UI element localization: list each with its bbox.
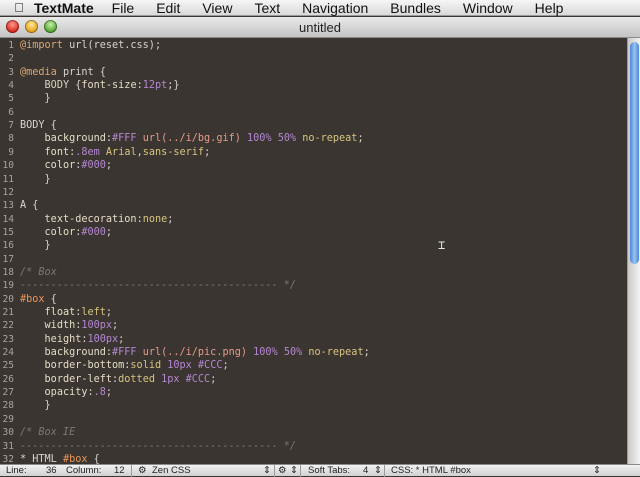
line-number: 21 [2, 307, 14, 318]
code-line[interactable]: #box { [20, 294, 57, 305]
line-number: 29 [2, 413, 14, 425]
line-number: 10 [2, 160, 14, 172]
vertical-scrollbar[interactable] [627, 38, 640, 464]
line-number: 31 [2, 440, 14, 452]
code-line[interactable]: float:left; [20, 307, 113, 318]
line-number: 13 [2, 200, 14, 212]
line-number: 5 [8, 93, 14, 105]
menu-file[interactable]: File [112, 0, 135, 16]
code-line[interactable]: ----------------------------------------… [20, 441, 296, 452]
window-title-bar[interactable]: untitled [0, 17, 640, 38]
code-line[interactable]: width:100px; [20, 320, 119, 331]
code-line[interactable]: border-bottom:solid 10px #CCC; [20, 360, 229, 371]
line-number: 6 [8, 106, 14, 118]
code-line[interactable]: color:#000; [20, 227, 113, 238]
menu-help[interactable]: Help [535, 0, 564, 16]
chevron-updown-icon: ⇕ [374, 465, 382, 476]
status-bar: Line: 36 Column: 12 ⚙ Zen CSS ⇕ ⚙ ⇕ Soft… [0, 464, 640, 477]
code-line[interactable]: @media print { [20, 67, 106, 78]
line-number: 28 [2, 400, 14, 412]
status-divider [274, 465, 275, 477]
menu-window[interactable]: Window [463, 0, 513, 16]
theme-selector[interactable]: Zen CSS [152, 465, 191, 476]
code-line[interactable]: background:#FFF url(../i/pic.png) 100% 5… [20, 347, 370, 358]
line-number: 27 [2, 387, 14, 399]
line-number: 24 [2, 347, 14, 359]
code-line[interactable]: } [20, 174, 51, 185]
line-number: 8 [8, 133, 14, 145]
code-line[interactable]: A { [20, 200, 38, 211]
line-number: 12 [2, 186, 14, 198]
code-line[interactable]: opacity:.8; [20, 387, 113, 398]
menu-bar:  TextMate File Edit View Text Navigatio… [0, 0, 640, 16]
language-gear-icon: ⚙ [138, 465, 147, 476]
apple-menu-icon[interactable]:  [4, 0, 34, 15]
menu-edit[interactable]: Edit [156, 0, 180, 16]
line-number: 26 [2, 373, 14, 385]
code-line[interactable]: background:#FFF url(../i/bg.gif) 100% 50… [20, 133, 364, 144]
code-line[interactable]: * HTML #box { [20, 454, 100, 464]
line-number: 16 [2, 240, 14, 252]
line-number: 4 [8, 80, 14, 92]
status-divider [384, 465, 385, 477]
code-line[interactable]: font:.8em Arial,sans-serif; [20, 147, 211, 158]
line-number: 17 [2, 253, 14, 265]
line-number: 2 [8, 53, 14, 65]
line-number: 22 [2, 320, 14, 332]
line-number: 7 [8, 120, 14, 132]
window-title: untitled [299, 20, 341, 35]
code-line[interactable]: @import url(reset.css); [20, 40, 161, 51]
status-divider [300, 465, 301, 477]
menu-view[interactable]: View [202, 0, 232, 16]
menu-bundles[interactable]: Bundles [390, 0, 441, 16]
code-line[interactable]: BODY { [20, 120, 57, 131]
soft-tabs-label[interactable]: Soft Tabs: [308, 465, 350, 476]
line-number: 32 [2, 453, 14, 464]
code-line[interactable]: BODY {font-size:12pt;} [20, 80, 180, 91]
scope-selector[interactable]: CSS: * HTML #box [391, 465, 471, 476]
settings-gear-icon[interactable]: ⚙ [278, 465, 287, 476]
column-value: 12 [114, 465, 125, 476]
line-number: 18 [2, 266, 14, 278]
code-line[interactable]: } [20, 240, 51, 251]
line-number: 3 [8, 66, 14, 78]
line-number: 14 [2, 213, 14, 225]
line-number: 25 [2, 360, 14, 372]
code-line[interactable]: } [20, 400, 51, 411]
line-number: 30 [2, 427, 14, 439]
code-editor[interactable]: 1 2 3 4 5 6 7 8 9 10 11 12 13 14 15 16 17 18 19 20 21 22 23 24 2… [0, 38, 640, 464]
line-number: 19 [2, 280, 14, 292]
chevron-updown-icon: ⇕ [593, 465, 601, 476]
code-line[interactable]: } [20, 93, 51, 104]
chevron-updown-icon: ⇕ [263, 465, 271, 476]
chevron-updown-icon: ⇕ [290, 465, 298, 476]
menu-text[interactable]: Text [254, 0, 280, 16]
code-line[interactable]: height:100px; [20, 334, 125, 345]
code-line[interactable]: border-left:dotted 1px #CCC; [20, 374, 217, 385]
line-number-gutter: 1 2 3 4 5 6 7 8 9 10 11 12 13 14 15 16 17 18 19 20 21 22 23 24 2… [0, 38, 16, 464]
line-value: 36 [46, 465, 57, 476]
code-line[interactable]: /* Box IE [20, 427, 75, 438]
menu-navigation[interactable]: Navigation [302, 0, 368, 16]
line-number: 23 [2, 333, 14, 345]
line-label: Line: [6, 465, 27, 476]
status-divider [131, 465, 132, 477]
soft-tabs-value[interactable]: 4 [363, 465, 368, 476]
code-line[interactable]: /* Box [20, 267, 57, 278]
line-number: 11 [2, 173, 14, 185]
scrollbar-thumb[interactable] [630, 42, 639, 264]
column-label: Column: [66, 465, 102, 476]
menu-app-name[interactable]: TextMate [34, 0, 94, 16]
line-number: 20 [2, 293, 14, 305]
code-line[interactable]: text-decoration:none; [20, 214, 174, 225]
code-line[interactable]: color:#000; [20, 160, 113, 171]
line-number: 9 [8, 146, 14, 158]
i-beam-cursor-icon: ⌶ [438, 238, 446, 252]
line-number: 15 [2, 226, 14, 238]
code-line[interactable]: ----------------------------------------… [20, 280, 296, 291]
line-number: 1 [8, 40, 14, 51]
